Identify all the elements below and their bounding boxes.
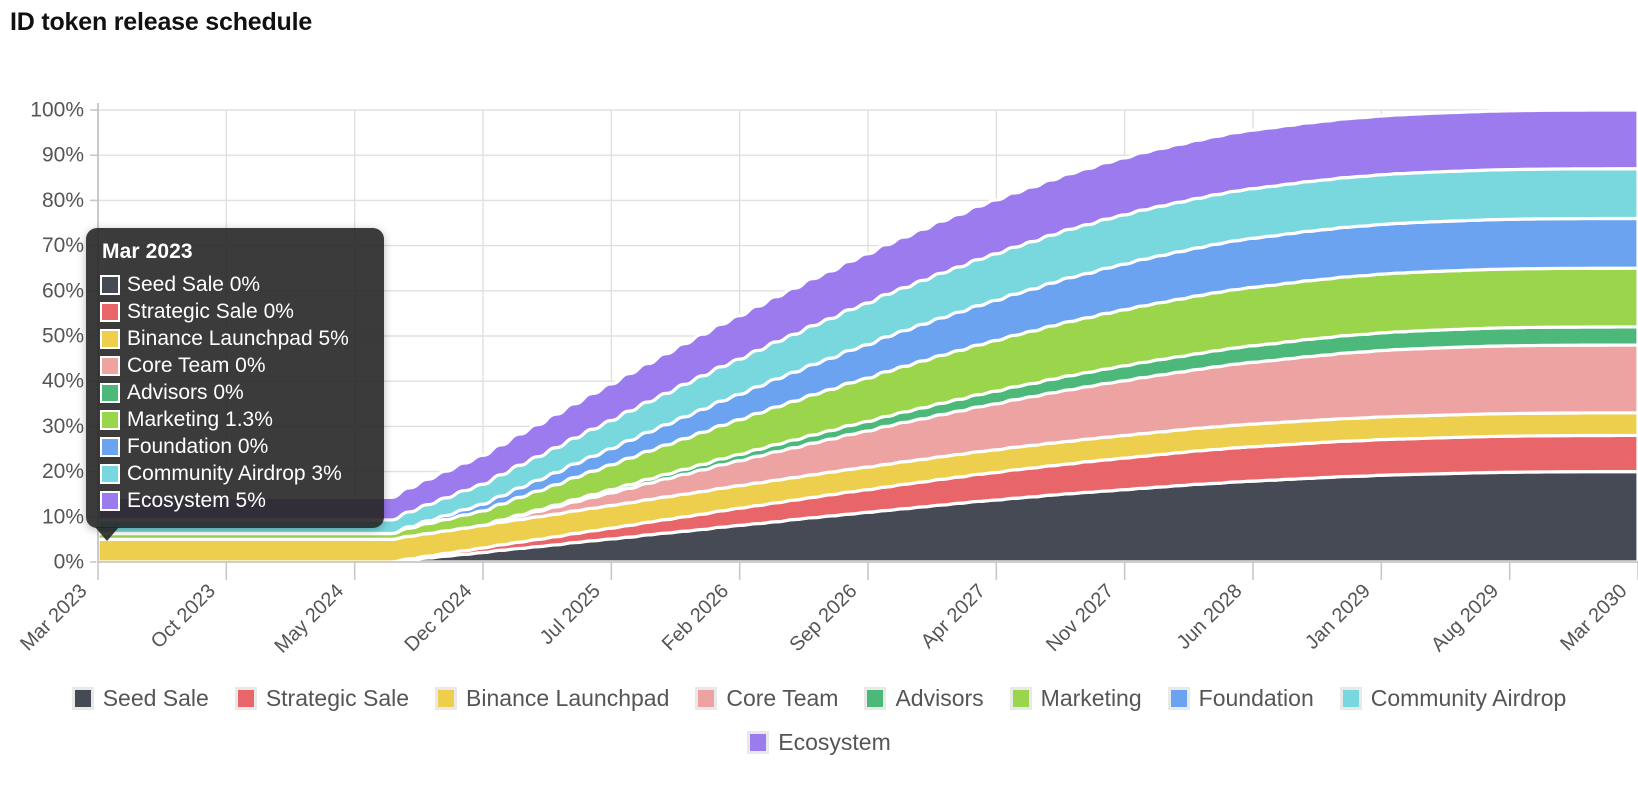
legend-color-swatch xyxy=(1009,686,1032,710)
x-axis-tick-label: Jan 2029 xyxy=(1301,580,1375,654)
tooltip-row-label: Seed Sale 0% xyxy=(127,273,261,296)
tooltip-color-swatch xyxy=(100,355,120,376)
x-axis-tick-label: Sep 2026 xyxy=(785,580,861,656)
tooltip-color-swatch xyxy=(100,328,120,349)
x-axis-tick-label: Aug 2029 xyxy=(1427,580,1503,656)
tooltip-row-label: Core Team 0% xyxy=(127,354,266,377)
tooltip-row: Marketing 1.3% xyxy=(100,406,370,433)
legend-item-core-team[interactable]: Core Team xyxy=(695,685,838,712)
tooltip-color-swatch xyxy=(100,409,120,430)
legend-item-label: Ecosystem xyxy=(778,728,891,755)
y-axis-tick-label: 10% xyxy=(42,505,84,528)
y-axis-tick-label: 90% xyxy=(42,144,84,167)
chart-tooltip: Mar 2023 Seed Sale 0% Strategic Sale 0% Bi… xyxy=(86,228,384,541)
y-axis-tick-label: 20% xyxy=(42,460,84,483)
tooltip-color-swatch xyxy=(100,301,120,322)
tooltip-row-label: Ecosystem 5% xyxy=(127,489,266,512)
legend-row-secondary: Ecosystem xyxy=(0,720,1638,764)
legend-color-swatch xyxy=(1339,686,1362,710)
y-axis-tick-label: 50% xyxy=(42,325,84,348)
y-axis-tick-label: 40% xyxy=(42,370,84,393)
x-axis-tick-label: May 2024 xyxy=(271,580,349,658)
legend-item-label: Advisors xyxy=(895,684,984,711)
x-axis-tick-label: Jun 2028 xyxy=(1173,580,1247,654)
tooltip-row: Community Airdrop 3% xyxy=(100,460,370,487)
tooltip-row: Advisors 0% xyxy=(100,379,370,406)
legend-item-advisors[interactable]: Advisors xyxy=(864,684,984,712)
tooltip-row-label: Foundation 0% xyxy=(127,435,269,458)
tooltip-row-label: Binance Launchpad 5% xyxy=(127,327,349,350)
legend-item-label: Strategic Sale xyxy=(265,684,410,711)
legend-item-binance-launchpad[interactable]: Binance Launchpad xyxy=(435,685,669,712)
legend-item-label: Seed Sale xyxy=(102,684,209,711)
legend-color-swatch xyxy=(71,686,94,710)
legend-item-label: Community Airdrop xyxy=(1370,684,1567,711)
tooltip-date: Mar 2023 xyxy=(102,240,193,263)
tooltip-row-label: Community Airdrop 3% xyxy=(127,462,342,485)
y-axis-tick-label: 30% xyxy=(42,415,84,438)
legend-color-swatch xyxy=(435,686,458,710)
tooltip-color-swatch xyxy=(100,463,120,484)
legend-item-label: Binance Launchpad xyxy=(466,684,670,711)
tooltip-row: Ecosystem 5% xyxy=(100,487,370,514)
x-axis-tick-label: Mar 2023 xyxy=(16,580,91,655)
y-axis-tick-label: 80% xyxy=(42,189,84,212)
x-axis-tick-label: Dec 2024 xyxy=(400,580,476,656)
legend-item-community-airdrop[interactable]: Community Airdrop xyxy=(1339,684,1567,712)
legend-item-ecosystem[interactable]: Ecosystem xyxy=(747,728,891,756)
tooltip-row: Core Team 0% xyxy=(100,352,370,379)
legend-item-marketing[interactable]: Marketing xyxy=(1009,684,1142,712)
tooltip-color-swatch xyxy=(100,382,120,403)
y-axis-tick-label: 0% xyxy=(54,551,84,574)
tooltip-row: Binance Launchpad 5% xyxy=(100,325,370,352)
tooltip-row-label: Strategic Sale 0% xyxy=(127,300,294,323)
tooltip-row-label: Advisors 0% xyxy=(127,381,244,404)
x-axis-tick-label: Nov 2027 xyxy=(1042,580,1118,656)
y-axis-tick-label: 70% xyxy=(42,234,84,257)
legend-color-swatch xyxy=(864,686,887,710)
legend-item-label: Marketing xyxy=(1040,684,1142,711)
tooltip-arrow xyxy=(95,527,119,541)
legend-item-seed-sale[interactable]: Seed Sale xyxy=(71,684,209,712)
tooltip-color-swatch xyxy=(100,490,120,511)
legend-row-primary: Seed Sale Strategic Sale Binance Launchpad… xyxy=(0,676,1638,720)
legend-color-swatch xyxy=(1167,686,1190,710)
y-axis-tick-label: 60% xyxy=(42,279,84,302)
chart-page: ID token release schedule 0% 10% 20% 30% 40%… xyxy=(0,0,1638,794)
x-axis-tick-label: Apr 2027 xyxy=(917,580,990,653)
y-axis-tick-label: 100% xyxy=(30,99,84,122)
legend-color-swatch xyxy=(747,730,770,754)
x-axis-tick-label: Mar 2030 xyxy=(1556,580,1631,655)
legend-item-label: Foundation xyxy=(1198,684,1314,711)
x-axis-tick-label: Jul 2025 xyxy=(536,580,605,649)
legend-item-strategic-sale[interactable]: Strategic Sale xyxy=(234,684,410,712)
x-axis-tick-label: Feb 2026 xyxy=(658,580,733,655)
tooltip-color-swatch xyxy=(100,274,120,295)
legend-item-foundation[interactable]: Foundation xyxy=(1167,684,1314,712)
legend-color-swatch xyxy=(695,686,718,710)
legend-color-swatch xyxy=(234,686,257,710)
tooltip-rows: Seed Sale 0% Strategic Sale 0% Binance Lau… xyxy=(100,271,370,514)
tooltip-row-label: Marketing 1.3% xyxy=(127,408,273,431)
tooltip-color-swatch xyxy=(100,436,120,457)
tooltip-row: Strategic Sale 0% xyxy=(100,298,370,325)
x-axis-tick-label: Oct 2023 xyxy=(147,580,220,653)
tooltip-row: Seed Sale 0% xyxy=(100,271,370,298)
legend-item-label: Core Team xyxy=(726,684,839,711)
tooltip-row: Foundation 0% xyxy=(100,433,370,460)
chart-legend[interactable]: Seed Sale Strategic Sale Binance Launchpad… xyxy=(0,676,1638,764)
